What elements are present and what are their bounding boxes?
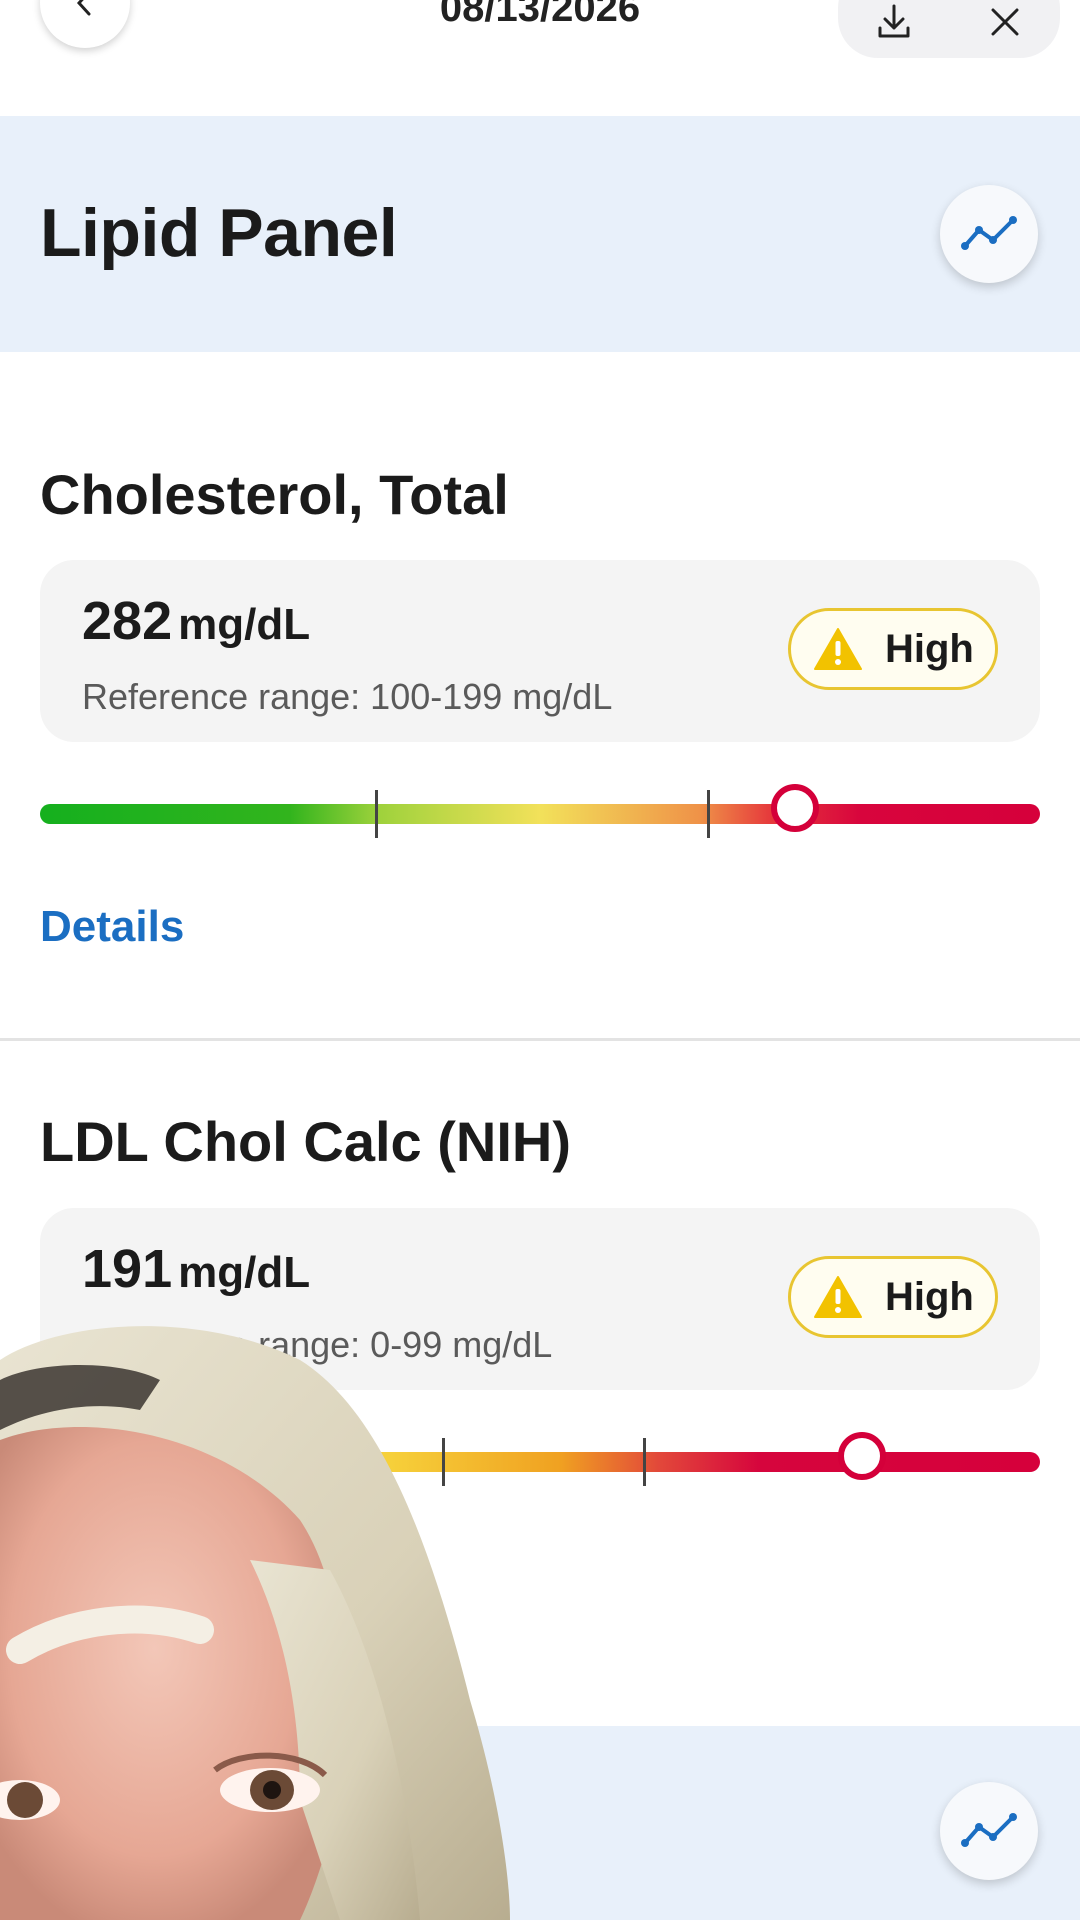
test-name: LDL Chol Calc (NIH) [40, 1110, 571, 1173]
trend-line-icon [961, 216, 1017, 250]
result-marker [771, 784, 819, 832]
download-icon[interactable] [874, 2, 914, 42]
person-video-overlay [0, 1326, 510, 1920]
warning-icon [814, 628, 862, 670]
warning-icon [814, 1276, 862, 1318]
result-value: 282 [82, 591, 173, 651]
trend-button[interactable] [940, 185, 1038, 283]
test-name: Cholesterol, Total [40, 463, 509, 526]
panel-header: Lipid Panel [0, 116, 1080, 352]
result-value: 191 [82, 1239, 173, 1299]
status-label: High [885, 1274, 974, 1319]
result-unit: mg/dL [178, 1248, 311, 1297]
details-link[interactable]: Details [40, 902, 184, 952]
range-bar [40, 784, 1040, 838]
trend-button[interactable] [940, 1782, 1038, 1880]
status-badge: High [788, 608, 998, 690]
header-actions [838, 0, 1060, 58]
result-cholesterol-total: Cholesterol, Total 282 mg/dL Reference ra… [0, 352, 1080, 1041]
top-bar: 08/13/2026 [0, 0, 1080, 116]
value-card: 282 mg/dL Reference range: 100-199 mg/dL … [40, 560, 1040, 742]
close-icon[interactable] [985, 2, 1025, 42]
range-tick [707, 790, 710, 838]
trend-line-icon [961, 1813, 1017, 1847]
value-line: 282 mg/dL [82, 590, 310, 652]
range-tick [643, 1438, 646, 1486]
status-label: High [885, 626, 974, 671]
result-unit: mg/dL [178, 600, 311, 649]
result-marker [838, 1432, 886, 1480]
range-tick [375, 790, 378, 838]
value-line: 191 mg/dL [82, 1238, 310, 1300]
reference-range: Reference range: 100-199 mg/dL [82, 676, 613, 717]
status-badge: High [788, 1256, 998, 1338]
panel-title: Lipid Panel [40, 195, 398, 271]
